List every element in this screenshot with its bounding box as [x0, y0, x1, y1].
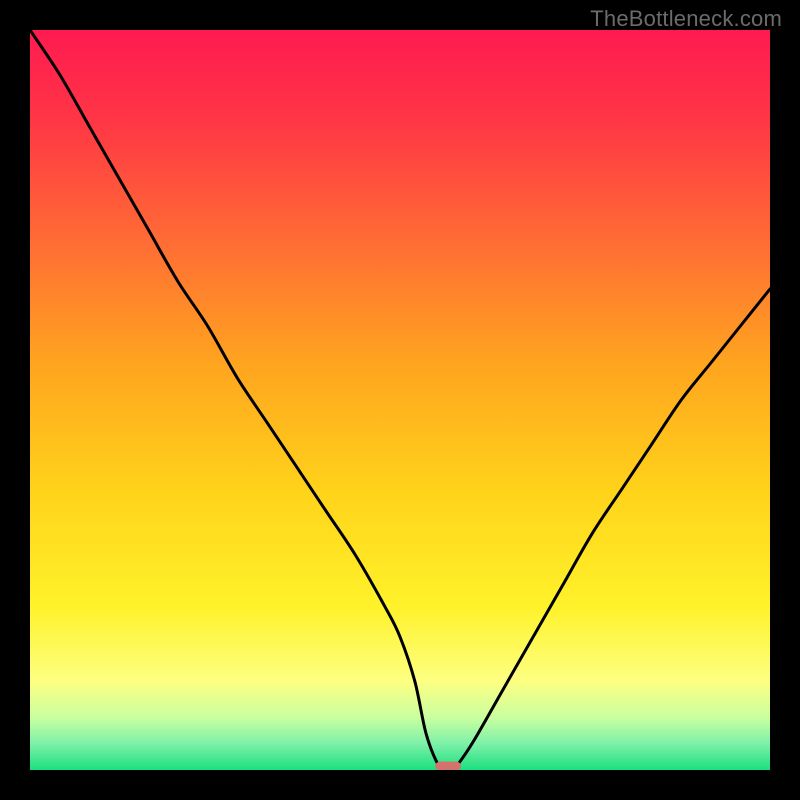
watermark-text: TheBottleneck.com	[590, 6, 782, 32]
chart-frame: TheBottleneck.com	[0, 0, 800, 800]
bottleneck-plot	[30, 30, 770, 770]
gradient-background	[30, 30, 770, 770]
plot-svg	[30, 30, 770, 770]
optimal-point-marker	[435, 762, 461, 770]
